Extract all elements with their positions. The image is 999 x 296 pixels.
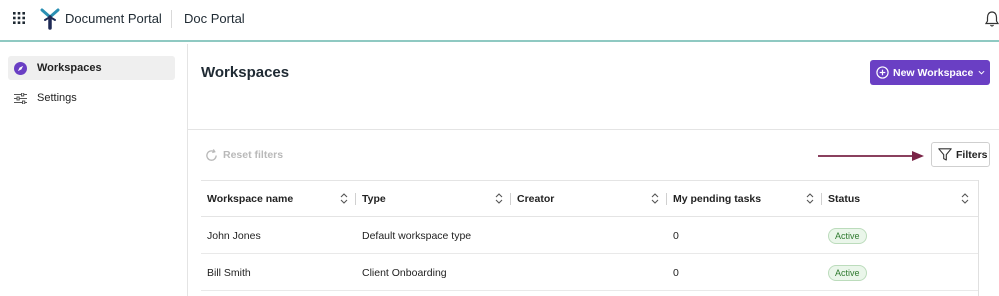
- top-bar: Document Portal Doc Portal: [0, 0, 999, 42]
- filters-button[interactable]: Filters: [931, 142, 990, 167]
- cell-pending-tasks: 0: [673, 266, 679, 279]
- portal-name: Doc Portal: [184, 11, 245, 26]
- sidebar-item-workspaces[interactable]: Workspaces: [8, 56, 175, 80]
- cell-status: Active: [828, 254, 867, 291]
- funnel-icon: [938, 148, 952, 161]
- app-grid-icon[interactable]: [13, 12, 25, 24]
- column-label: My pending tasks: [673, 193, 762, 205]
- sort-icon: [651, 193, 659, 204]
- refresh-icon: [206, 148, 217, 161]
- table-row[interactable]: Bill Smith Client Onboarding 0 Active: [201, 254, 979, 291]
- column-header-workspace-name[interactable]: Workspace name: [201, 181, 356, 217]
- sidebar-item-label: Settings: [37, 92, 77, 104]
- sort-icon: [495, 193, 503, 204]
- reset-filters-button[interactable]: Reset filters: [205, 147, 283, 163]
- portal-logo-icon: [40, 8, 60, 30]
- column-header-type[interactable]: Type: [356, 181, 511, 217]
- column-header-my-pending-tasks[interactable]: My pending tasks: [667, 181, 822, 217]
- column-label: Status: [828, 193, 861, 205]
- reset-filters-label: Reset filters: [223, 149, 284, 161]
- cell-workspace-name: Bill Smith: [207, 266, 251, 279]
- sort-icon: [340, 193, 348, 204]
- sidebar-item-settings[interactable]: Settings: [8, 86, 175, 110]
- status-badge: Active: [828, 227, 867, 244]
- compass-icon: [13, 61, 27, 75]
- sidebar-item-label: Workspaces: [37, 62, 102, 74]
- table-header: Workspace name Type Creator My pending t…: [201, 180, 979, 217]
- notification-bell-icon[interactable]: [985, 10, 999, 28]
- app-name: Document Portal: [65, 11, 162, 26]
- column-header-status[interactable]: Status: [822, 181, 979, 217]
- sliders-icon: [13, 91, 27, 105]
- section-divider: [188, 129, 999, 130]
- new-workspace-label: New Workspace: [893, 66, 974, 79]
- cell-pending-tasks: 0: [673, 229, 679, 242]
- column-label: Type: [362, 193, 386, 205]
- table-row[interactable]: John Jones Default workspace type 0 Acti…: [201, 217, 979, 254]
- column-header-creator[interactable]: Creator: [511, 181, 667, 217]
- header-divider: [171, 10, 172, 28]
- new-workspace-button[interactable]: New Workspace: [870, 60, 990, 85]
- chevron-down-icon: [978, 70, 985, 75]
- page-title: Workspaces: [201, 64, 290, 81]
- column-label: Creator: [517, 193, 555, 205]
- cell-workspace-name: John Jones: [207, 229, 261, 242]
- cell-status: Active: [828, 217, 867, 254]
- sidebar: Workspaces Settings: [0, 44, 188, 296]
- cell-type: Client Onboarding: [362, 266, 447, 279]
- annotation-arrow: [818, 151, 924, 161]
- sort-icon: [806, 193, 814, 204]
- cell-type: Default workspace type: [362, 229, 472, 242]
- status-badge: Active: [828, 264, 867, 281]
- column-label: Workspace name: [207, 193, 294, 205]
- sort-icon: [961, 193, 969, 204]
- plus-circle-icon: [876, 66, 889, 79]
- filters-label: Filters: [956, 148, 988, 161]
- table-scroll-edge: [978, 180, 979, 296]
